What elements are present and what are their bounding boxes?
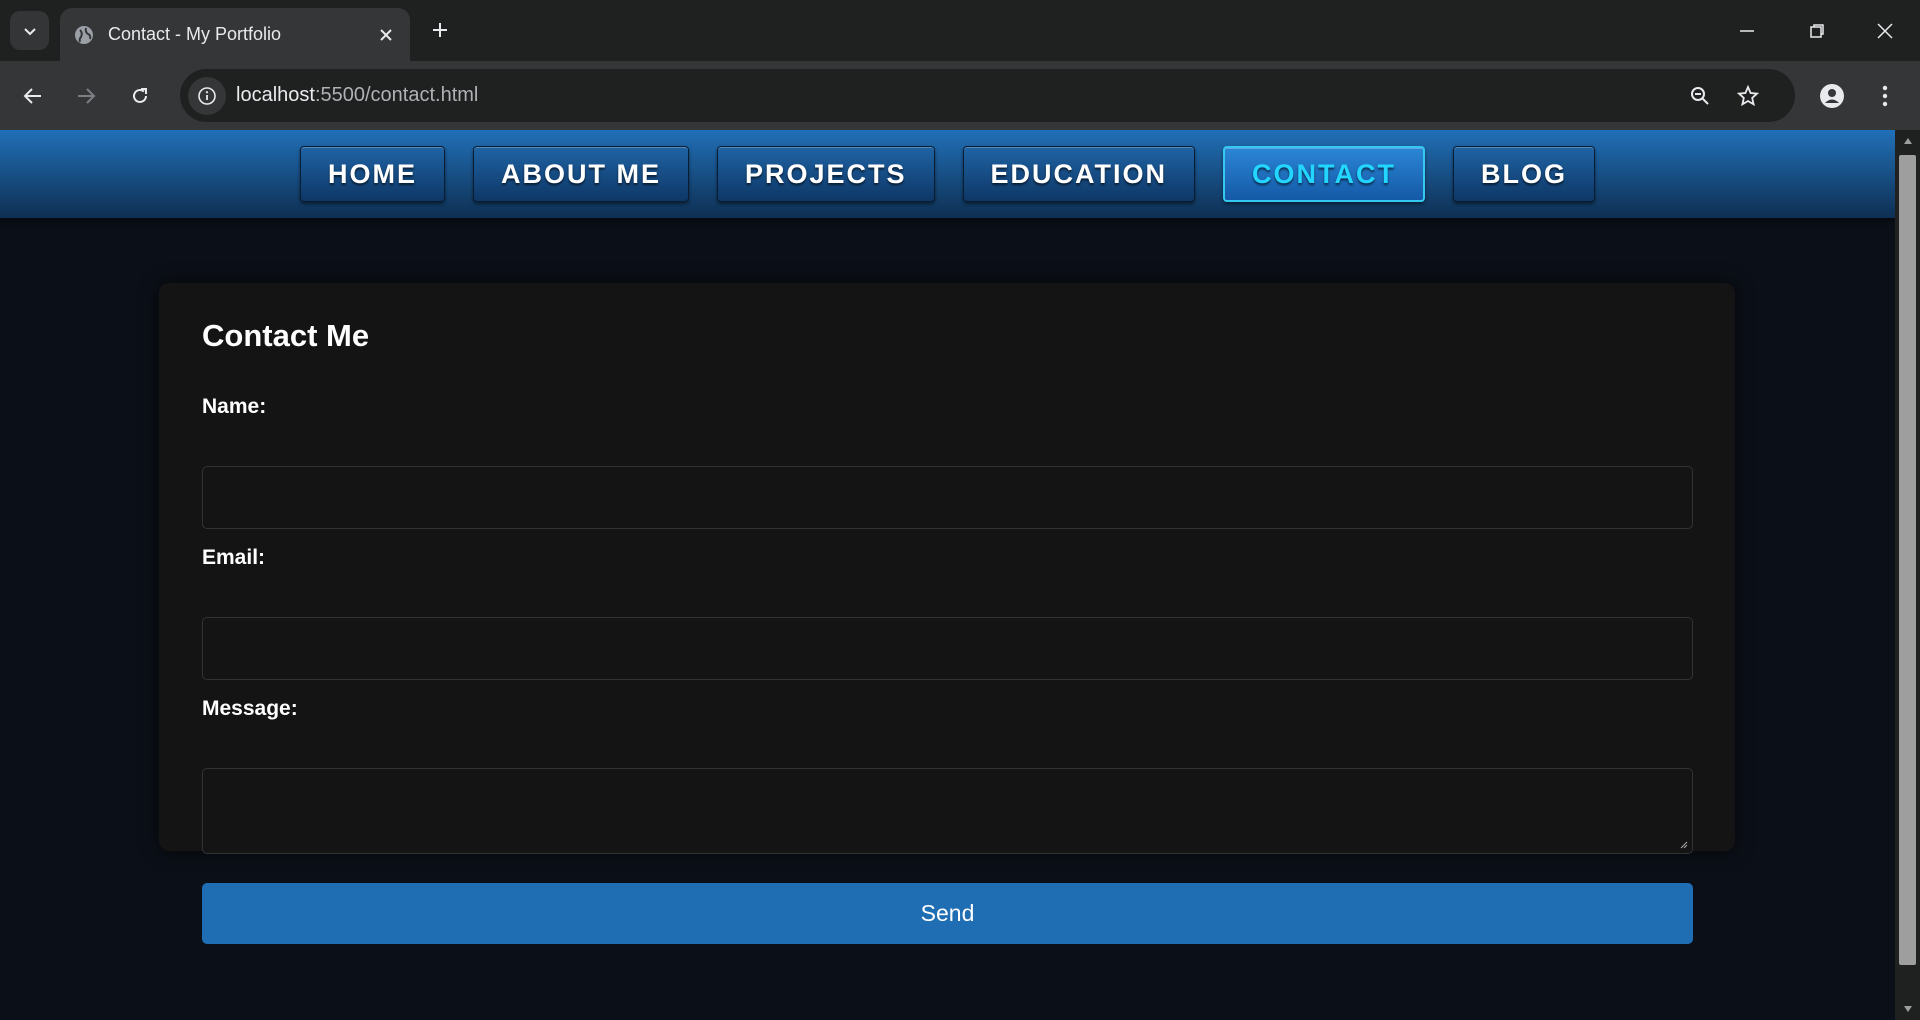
bookmark-button[interactable] [1729, 77, 1767, 115]
url-text: localhost:5500/contact.html [236, 84, 479, 106]
reload-button[interactable] [121, 77, 159, 115]
back-icon [23, 88, 41, 104]
close-icon[interactable] [372, 21, 400, 49]
chevron-down-icon [23, 27, 36, 35]
vertical-scrollbar[interactable] [1895, 130, 1920, 1020]
restore-button[interactable] [1782, 0, 1852, 61]
address-bar[interactable]: localhost:5500/contact.html [180, 69, 1795, 122]
page-viewport: HOME ABOUT ME PROJECTS EDUCATION CONTACT… [0, 130, 1895, 1020]
window-close-icon [1877, 22, 1893, 39]
profile-button[interactable] [1813, 77, 1851, 115]
menu-icon [1882, 85, 1888, 107]
send-button[interactable]: Send [202, 883, 1693, 944]
browser-tab[interactable]: Contact - My Portfolio [60, 8, 410, 61]
site-info-button[interactable] [188, 77, 226, 115]
zoom-icon [1691, 87, 1709, 105]
nav-projects[interactable]: PROJECTS [716, 146, 935, 202]
minimize-icon [1740, 29, 1754, 32]
tab-strip: Contact - My Portfolio [0, 0, 1920, 61]
name-label: Name: [202, 395, 267, 418]
tab-search-button[interactable] [10, 11, 49, 50]
scroll-up-arrow-icon[interactable] [1895, 130, 1920, 152]
minimize-button[interactable] [1712, 0, 1782, 61]
form-title: Contact Me [202, 318, 370, 353]
tab-title: Contact - My Portfolio [108, 24, 282, 44]
forward-button[interactable] [67, 77, 105, 115]
message-field[interactable] [202, 768, 1693, 854]
resize-handle-icon[interactable] [1678, 839, 1688, 849]
message-label: Message: [202, 697, 298, 720]
reload-icon [133, 88, 147, 103]
nav-education[interactable]: EDUCATION [962, 146, 1196, 202]
browser-menu-button[interactable] [1866, 77, 1904, 115]
nav-contact[interactable]: CONTACT [1223, 146, 1426, 202]
forward-icon [78, 88, 96, 104]
info-icon [198, 87, 216, 105]
star-icon [1737, 85, 1759, 107]
globe-icon [72, 23, 96, 47]
plus-icon [433, 23, 447, 37]
browser-toolbar: localhost:5500/contact.html [0, 61, 1920, 130]
profile-icon [1820, 84, 1844, 108]
email-field[interactable] [202, 617, 1693, 680]
name-field[interactable] [202, 466, 1693, 529]
zoom-button[interactable] [1681, 77, 1719, 115]
restore-icon [1810, 23, 1824, 38]
email-label: Email: [202, 546, 266, 569]
back-button[interactable] [14, 77, 52, 115]
scroll-thumb[interactable] [1899, 155, 1916, 965]
nav-home[interactable]: HOME [299, 146, 445, 202]
contact-form-card: Contact Me Name: Email: Message: Send [159, 283, 1735, 944]
nav-blog[interactable]: BLOG [1453, 146, 1596, 202]
new-tab-button[interactable] [424, 14, 456, 46]
window-close-button[interactable] [1850, 0, 1920, 61]
main-nav: HOME ABOUT ME PROJECTS EDUCATION CONTACT… [0, 130, 1895, 218]
scroll-down-arrow-icon[interactable] [1895, 998, 1920, 1020]
nav-about-me[interactable]: ABOUT ME [472, 146, 689, 202]
